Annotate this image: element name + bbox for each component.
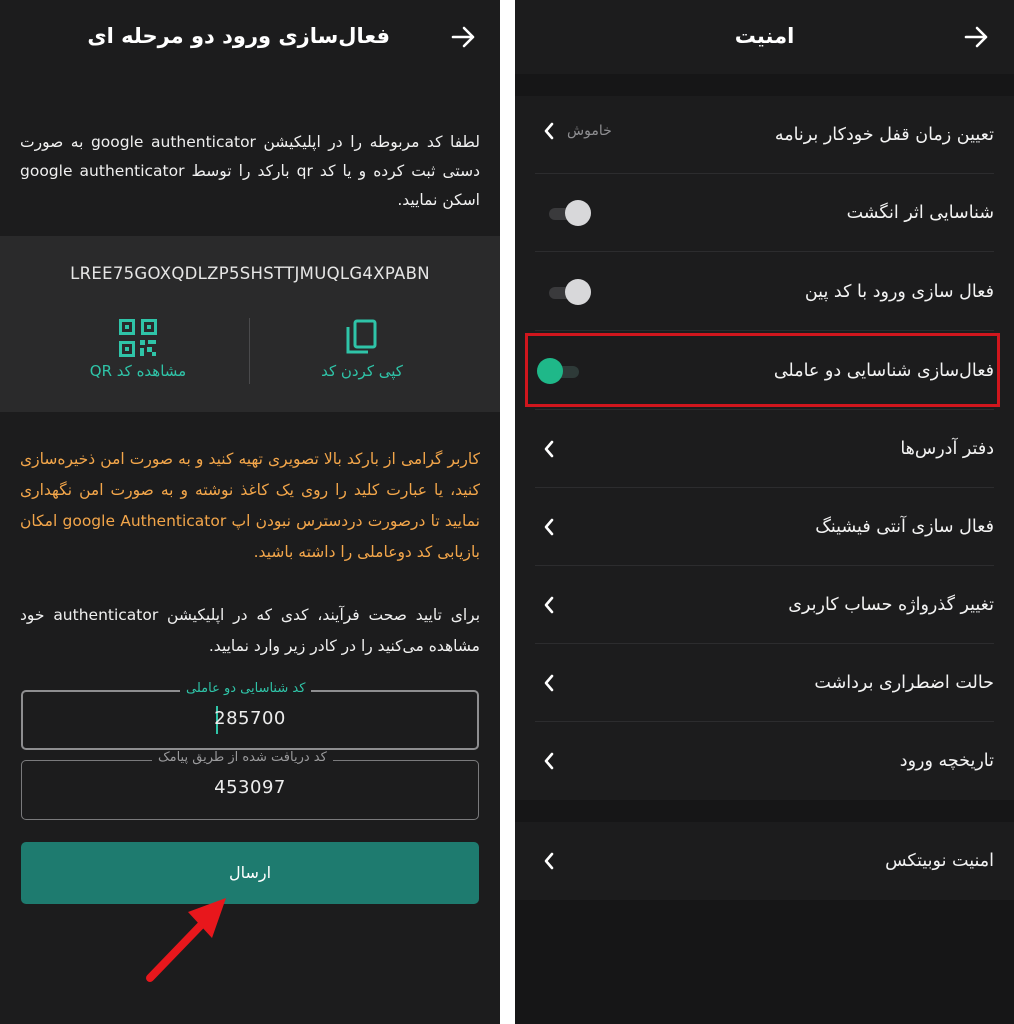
chevron-left-icon bbox=[544, 518, 554, 536]
page-title: امنیت bbox=[734, 24, 795, 48]
emergency-withdrawal-item[interactable]: حالت اضطراری برداشت bbox=[515, 644, 1014, 722]
pin-login-label: فعال سازی ورود با کد پین bbox=[804, 282, 994, 302]
secret-key: LREE75GOXQDLZP5SHSTTJMUQLG4XPABN bbox=[70, 264, 430, 283]
backup-warning: کاربر گرامی از بارکد بالا تصویری تهیه کن… bbox=[20, 450, 480, 561]
auto-lock-label: تعیین زمان قفل خودکار برنامه bbox=[774, 125, 994, 145]
chevron-left-icon bbox=[544, 122, 554, 140]
page-title: فعال‌سازی ورود دو مرحله ای bbox=[87, 24, 390, 48]
change-password-item[interactable]: تغییر گذرواژه حساب کاربری bbox=[515, 566, 1014, 644]
divider bbox=[535, 330, 994, 331]
login-history-item[interactable]: تاریخچه ورود bbox=[515, 722, 1014, 800]
fingerprint-toggle[interactable] bbox=[549, 200, 591, 226]
copy-icon bbox=[346, 319, 377, 354]
divider bbox=[249, 318, 250, 384]
change-password-label: تغییر گذرواژه حساب کاربری bbox=[788, 595, 994, 615]
copy-code-button[interactable]: کپی کردن کد bbox=[282, 316, 442, 386]
back-arrow-icon[interactable] bbox=[448, 22, 478, 52]
auto-lock-item[interactable]: تعیین زمان قفل خودکار برنامه خاموش bbox=[515, 96, 1014, 174]
sms-code-field[interactable]: کد دریافت شده از طریق پیامک 453097 bbox=[21, 750, 479, 820]
auto-lock-value: خاموش bbox=[567, 123, 612, 139]
copy-code-label: کپی کردن کد bbox=[321, 362, 403, 380]
chevron-left-icon bbox=[544, 674, 554, 692]
header: امنیت bbox=[515, 0, 1014, 74]
fingerprint-label: شناسایی اثر انگشت bbox=[846, 203, 994, 223]
nobitex-security-list: امنیت نوبیتکس bbox=[515, 822, 1014, 900]
instructions-text: لطفا کد مربوطه را در اپلیکیشن google aut… bbox=[20, 133, 480, 209]
address-book-label: دفتر آدرس‌ها bbox=[900, 439, 994, 459]
show-qr-label: مشاهده کد QR bbox=[89, 362, 187, 380]
security-settings-screen: امنیت تعیین زمان قفل خودکار برنامه خاموش… bbox=[515, 0, 1014, 1024]
qr-code-icon bbox=[119, 319, 157, 357]
pin-login-toggle[interactable] bbox=[549, 279, 591, 305]
anti-phishing-label: فعال سازی آنتی فیشینگ bbox=[815, 517, 994, 537]
anti-phishing-item[interactable]: فعال سازی آنتی فیشینگ bbox=[515, 488, 1014, 566]
two-factor-code-field[interactable]: کد شناسایی دو عاملی 285700 bbox=[21, 681, 479, 750]
divider bbox=[535, 251, 994, 252]
submit-button[interactable]: ارسال bbox=[21, 842, 479, 904]
annotation-arrow-icon bbox=[146, 898, 226, 982]
emergency-withdrawal-label: حالت اضطراری برداشت bbox=[814, 673, 994, 693]
chevron-left-icon bbox=[544, 852, 554, 870]
chevron-left-icon bbox=[544, 440, 554, 458]
nobitex-security-item[interactable]: امنیت نوبیتکس bbox=[515, 822, 1014, 900]
security-options-list: تعیین زمان قفل خودکار برنامه خاموش شناسا… bbox=[515, 96, 1014, 800]
sms-code-value: 453097 bbox=[214, 777, 286, 798]
instructions-block: لطفا کد مربوطه را در اپلیکیشن google aut… bbox=[0, 74, 500, 236]
address-book-item[interactable]: دفتر آدرس‌ها bbox=[515, 410, 1014, 488]
login-history-label: تاریخچه ورود bbox=[899, 751, 994, 771]
chevron-left-icon bbox=[544, 752, 554, 770]
header: فعال‌سازی ورود دو مرحله ای bbox=[0, 0, 500, 74]
two-factor-code-value: 285700 bbox=[214, 708, 286, 729]
sms-code-label: کد دریافت شده از طریق پیامک bbox=[152, 750, 333, 765]
two-factor-setup-screen: فعال‌سازی ورود دو مرحله ای لطفا کد مربوط… bbox=[0, 0, 500, 1024]
secret-key-block: LREE75GOXQDLZP5SHSTTJMUQLG4XPABN مشاهده … bbox=[0, 236, 500, 412]
two-factor-highlight bbox=[525, 333, 1000, 407]
chevron-left-icon bbox=[544, 596, 554, 614]
nobitex-security-label: امنیت نوبیتکس bbox=[885, 851, 994, 871]
two-factor-code-label: کد شناسایی دو عاملی bbox=[180, 681, 312, 696]
fingerprint-item: شناسایی اثر انگشت bbox=[515, 174, 1014, 252]
verify-instructions: برای تایید صحت فرآیند، کدی که در اپلیکیش… bbox=[20, 606, 481, 655]
show-qr-button[interactable]: مشاهده کد QR bbox=[58, 316, 218, 386]
back-arrow-icon[interactable] bbox=[961, 22, 991, 52]
pin-login-item: فعال سازی ورود با کد پین bbox=[515, 253, 1014, 331]
